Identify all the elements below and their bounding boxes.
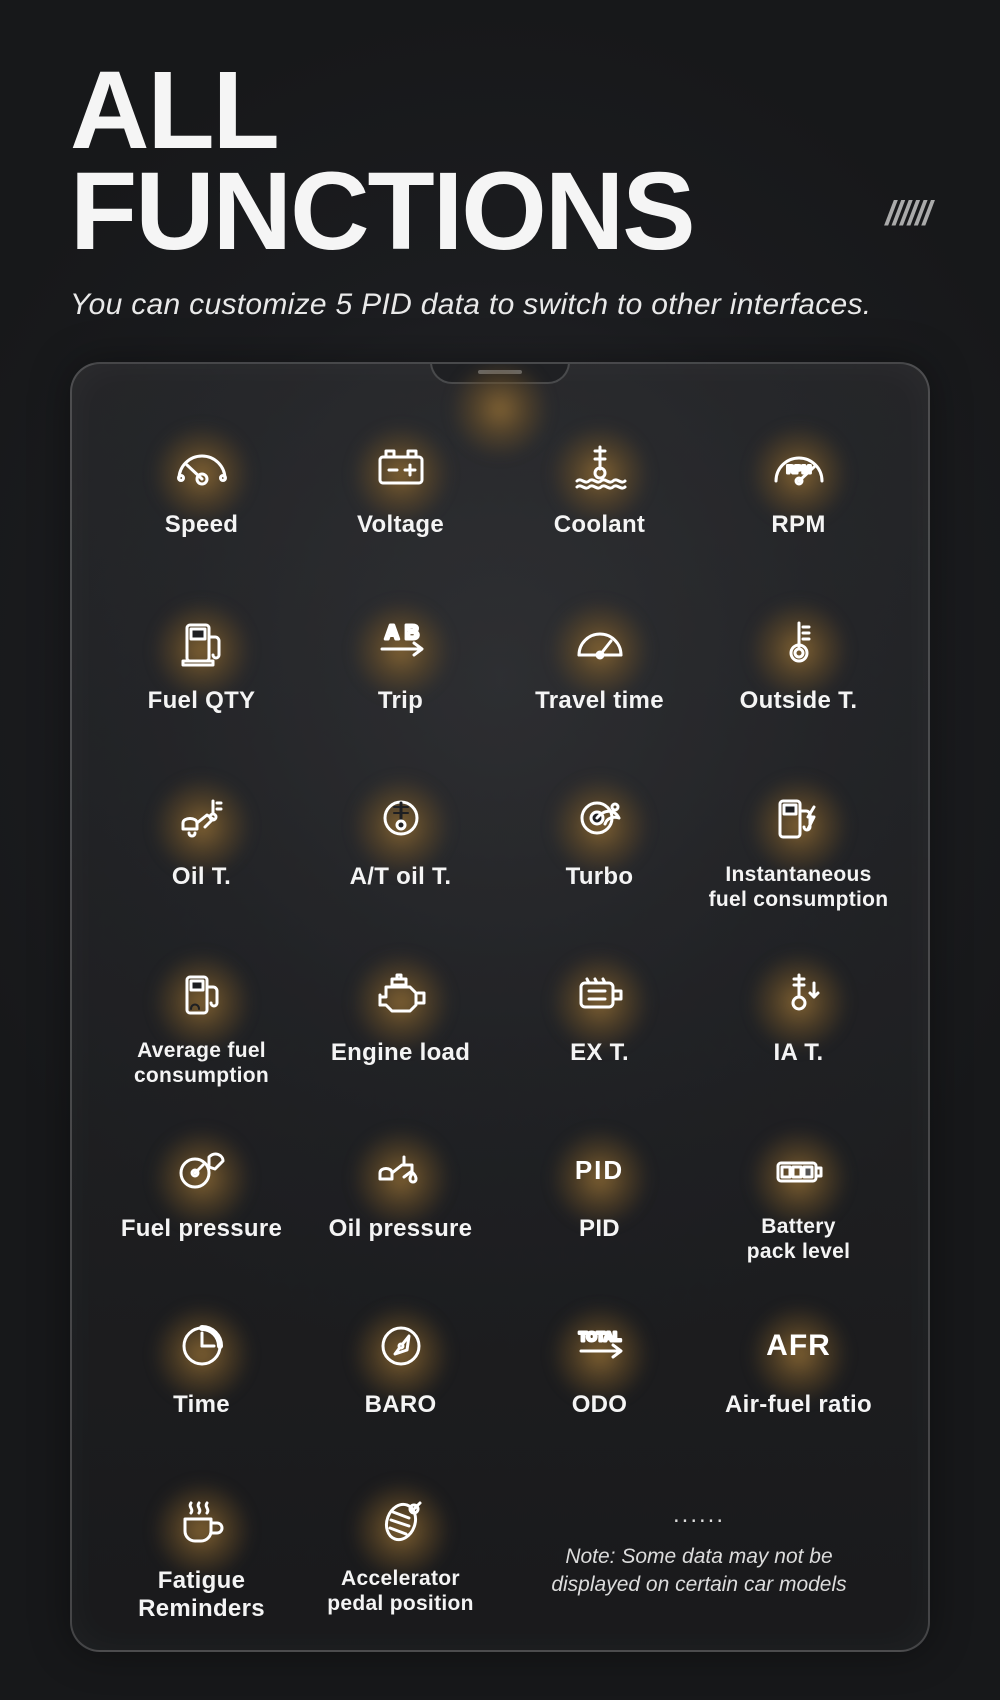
oil-temp-icon [162,783,242,853]
intake-temp-icon [759,959,839,1029]
function-ex-t[interactable]: EX T. [500,947,699,1097]
function-label: Accelerator pedal position [327,1567,474,1615]
function-label: Air-fuel ratio [725,1391,872,1419]
function-label: IA T. [774,1039,824,1067]
trip-ab-icon [361,607,441,677]
function-avg-fuel[interactable]: Average fuel consumption [102,947,301,1097]
note-text: Note: Some data may not be displayed on … [519,1543,879,1600]
page-subtitle: You can customize 5 PID data to switch t… [70,288,930,322]
function-label: Average fuel consumption [134,1039,269,1087]
function-rpm[interactable]: RPM [699,419,898,569]
fuel-pump-icon [162,607,242,677]
turbo-icon [560,783,640,853]
function-label: Oil T. [172,863,231,891]
function-label: Fuel QTY [148,687,256,715]
function-at-oil-temp[interactable]: A/T oil T. [301,771,500,921]
note-block: ...... Note: Some data may not be display… [500,1475,898,1625]
function-engine-load[interactable]: Engine load [301,947,500,1097]
function-inst-fuel[interactable]: Instantaneous fuel consumption [699,771,898,921]
decorative-hashes: ////// [885,195,930,234]
ex-temp-icon [560,959,640,1029]
sunrise-gauge-icon [560,607,640,677]
function-label: PID [579,1215,620,1243]
function-label: Coolant [554,511,645,539]
function-label: ODO [572,1391,628,1419]
function-label: EX T. [570,1039,629,1067]
function-baro[interactable]: BARO [301,1299,500,1449]
function-label: Speed [165,511,239,539]
page-title: ALL FUNCTIONS [70,60,930,262]
function-label: Oil pressure [329,1215,473,1243]
function-odo[interactable]: ODO [500,1299,699,1449]
function-label: Battery pack level [747,1215,850,1263]
function-trip[interactable]: Trip [301,595,500,745]
pedal-icon [361,1487,441,1557]
function-ia-t[interactable]: IA T. [699,947,898,1097]
fuel-pressure-icon [162,1135,242,1205]
clock-icon [162,1311,242,1381]
function-label: Fuel pressure [121,1215,282,1243]
function-fuel-pressure[interactable]: Fuel pressure [102,1123,301,1273]
at-oil-temp-icon [361,783,441,853]
speed-icon [162,431,242,501]
function-speed[interactable]: Speed [102,419,301,569]
fuel-avg-icon [162,959,242,1029]
function-label: A/T oil T. [350,863,452,891]
compass-icon [361,1311,441,1381]
pid-text-icon: PID [560,1135,640,1205]
battery-level-icon [759,1135,839,1205]
function-battery-pack[interactable]: Battery pack level [699,1123,898,1273]
function-label: RPM [771,511,825,539]
function-fuel-qty[interactable]: Fuel QTY [102,595,301,745]
odo-total-icon [560,1311,640,1381]
rpm-gauge-icon [759,431,839,501]
fuel-bolt-icon [759,783,839,853]
coffee-cup-icon [162,1487,242,1557]
function-label: Turbo [566,863,634,891]
function-label: Travel time [535,687,664,715]
function-outside-temp[interactable]: Outside T. [699,595,898,745]
function-label: BARO [365,1391,437,1419]
function-oil-temp[interactable]: Oil T. [102,771,301,921]
function-label: Engine load [331,1039,470,1067]
oil-pressure-icon [361,1135,441,1205]
function-label: Fatigue Reminders [138,1567,265,1622]
function-oil-pressure[interactable]: Oil pressure [301,1123,500,1273]
function-accelerator[interactable]: Accelerator pedal position [301,1475,500,1625]
function-label: Trip [378,687,423,715]
function-travel-time[interactable]: Travel time [500,595,699,745]
engine-icon [361,959,441,1029]
note-dots: ...... [673,1501,725,1529]
function-label: Outside T. [740,687,858,715]
function-label: Voltage [357,511,444,539]
function-label: Time [173,1391,230,1419]
battery-plus-icon [361,431,441,501]
function-turbo[interactable]: Turbo [500,771,699,921]
afr-text-icon: AFR [759,1311,839,1381]
function-afr[interactable]: AFR Air-fuel ratio [699,1299,898,1449]
function-label: Instantaneous fuel consumption [709,863,889,911]
function-pid[interactable]: PID PID [500,1123,699,1273]
coolant-temp-icon [560,431,640,501]
function-time[interactable]: Time [102,1299,301,1449]
function-fatigue[interactable]: Fatigue Reminders [102,1475,301,1625]
thermometer-icon [759,607,839,677]
functions-panel: Speed Voltage Coolant RPM Fuel QTY Trip Travel… [70,362,930,1652]
